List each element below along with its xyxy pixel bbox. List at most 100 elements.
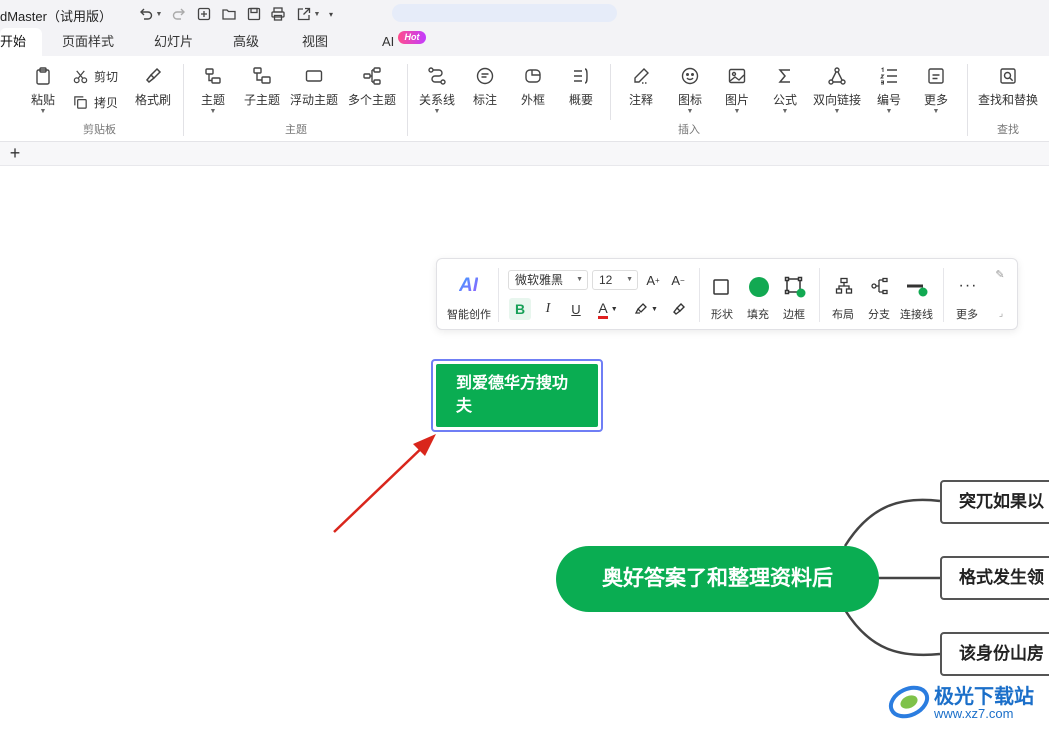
layout-label[interactable]: 布局: [832, 306, 854, 322]
font-color-button[interactable]: A ▼: [595, 297, 621, 321]
selected-floating-topic[interactable]: 到爱德华方搜功夫: [431, 359, 603, 432]
boundary-icon: [523, 66, 543, 86]
more-insert-button[interactable]: 更多 ▼: [922, 62, 950, 118]
formula-label: 公式: [772, 93, 797, 107]
more-label[interactable]: 更多: [956, 306, 978, 322]
boundary-button[interactable]: 外框: [519, 62, 547, 118]
find-icon: [998, 66, 1018, 86]
shape-label[interactable]: 形状: [711, 306, 733, 322]
tab-page-style[interactable]: 页面样式: [62, 28, 114, 56]
ribbon-divider: [183, 64, 184, 136]
font-size-select[interactable]: 12 ▼: [592, 270, 638, 290]
group-label-insert: 插入: [678, 124, 700, 136]
bold-button[interactable]: B: [509, 298, 531, 320]
image-button[interactable]: 图片 ▼: [723, 62, 751, 118]
branch-icon[interactable]: [870, 276, 890, 296]
branch-connectors: [333, 434, 941, 657]
ribbon-tab-bar: 开始 页面样式 幻灯片 高级 视图 AI: [0, 28, 1049, 56]
export-button[interactable]: ▼: [294, 4, 322, 24]
pin-icon[interactable]: ✎: [993, 267, 1007, 281]
copy-button[interactable]: 拷贝: [72, 92, 118, 112]
undo-button[interactable]: ▼: [137, 4, 163, 24]
ribbon-divider: [407, 64, 408, 136]
ai-create-label[interactable]: 智能创作: [447, 306, 491, 322]
multiple-topics-button[interactable]: 多个主题: [347, 62, 397, 118]
tab-view[interactable]: 视图: [302, 28, 328, 56]
format-painter-small-button[interactable]: [670, 298, 688, 320]
font-family-select[interactable]: 微软雅黑 ▼: [508, 270, 588, 290]
relationship-icon: [427, 66, 447, 86]
note-button[interactable]: 注释: [627, 62, 655, 118]
search-bar[interactable]: [392, 4, 617, 22]
subtopic-1[interactable]: 突兀如果以: [940, 480, 1049, 524]
border-label[interactable]: 边框: [783, 306, 805, 322]
watermark-url: www.xz7.com: [934, 706, 1014, 721]
summary-button[interactable]: 概要: [567, 62, 595, 118]
increase-font-icon[interactable]: A +: [644, 270, 662, 290]
numbering-label: 编号: [876, 93, 901, 107]
find-replace-button[interactable]: 查找和替换: [977, 62, 1039, 118]
redo-button[interactable]: [170, 4, 188, 24]
red-arrow-shaft: [333, 441, 429, 533]
highlight-button[interactable]: ▼: [633, 297, 659, 321]
format-painter-button[interactable]: 格式刷: [133, 62, 173, 118]
watermark-logo-icon: [888, 685, 930, 719]
toolbar-divider: [943, 268, 944, 322]
connector-label[interactable]: 连接线: [900, 306, 933, 322]
boundary-label: 外框: [520, 93, 545, 107]
bidirectional-link-button[interactable]: 双向链接 ▼: [812, 62, 862, 118]
connector-icon[interactable]: [905, 276, 929, 298]
italic-button[interactable]: I: [539, 298, 557, 320]
shape-icon[interactable]: [712, 276, 730, 298]
collapse-icon[interactable]: ⌟: [995, 307, 1007, 319]
icon-button[interactable]: 图标 ▼: [676, 62, 704, 118]
tab-ai[interactable]: AI: [382, 28, 394, 56]
cut-button[interactable]: 剪切: [72, 66, 118, 86]
fill-label[interactable]: 填充: [747, 306, 769, 322]
tab-start[interactable]: 开始: [0, 28, 42, 56]
formula-button[interactable]: 公式 ▼: [771, 62, 799, 118]
brush-icon: [143, 66, 163, 86]
more-icon: [926, 66, 946, 86]
underline-button[interactable]: U: [567, 298, 585, 320]
font-color-letter: A: [598, 300, 608, 319]
numbering-button[interactable]: 编号 ▼: [875, 62, 903, 118]
topic-button[interactable]: 主题 ▼: [198, 62, 228, 118]
note-label: 注释: [628, 93, 653, 107]
central-topic[interactable]: 奥好答案了和整理资料后: [556, 546, 879, 612]
paste-button[interactable]: 粘贴 ▼: [26, 62, 60, 118]
subtopic-icon: [252, 66, 272, 86]
font-family-value: 微软雅黑: [515, 273, 564, 287]
new-button[interactable]: [195, 4, 213, 24]
selected-topic-text[interactable]: 到爱德华方搜功夫: [436, 364, 598, 427]
highlighter-icon: [634, 303, 647, 314]
mindmap-canvas[interactable]: [0, 166, 1049, 732]
branch-label[interactable]: 分支: [868, 306, 890, 322]
toolbar-divider: [498, 268, 499, 322]
quick-access-more-icon[interactable]: ▾: [326, 4, 336, 24]
subtopic-2[interactable]: 格式发生领: [940, 556, 1049, 600]
decrease-font-icon[interactable]: A −: [669, 270, 687, 290]
fill-color-icon[interactable]: [748, 276, 770, 298]
save-button[interactable]: [245, 4, 263, 24]
topic-label: 主题: [200, 93, 225, 107]
subtopic-3[interactable]: 该身份山房: [940, 632, 1049, 676]
callout-label: 标注: [472, 93, 497, 107]
more-insert-dropdown-icon: ▼: [932, 108, 940, 115]
subtopic-button[interactable]: 子主题: [243, 62, 281, 118]
more-options-icon[interactable]: ···: [957, 276, 979, 296]
relationship-button[interactable]: 关系线 ▼: [418, 62, 456, 118]
tab-slides[interactable]: 幻灯片: [154, 28, 193, 56]
callout-button[interactable]: 标注: [471, 62, 499, 118]
print-button[interactable]: [269, 4, 287, 24]
layout-icon[interactable]: [834, 276, 854, 296]
bidirectional-link-label: 双向链接: [812, 93, 861, 107]
tab-advanced[interactable]: 高级: [233, 28, 259, 56]
floating-topic-button[interactable]: 浮动主题: [289, 62, 339, 118]
toolbar-divider: [819, 268, 820, 322]
open-button[interactable]: [220, 4, 238, 24]
add-page-button[interactable]: +: [6, 143, 24, 163]
border-icon[interactable]: [784, 276, 806, 298]
ai-logo-icon[interactable]: AI: [459, 275, 478, 297]
image-label: 图片: [724, 93, 749, 107]
